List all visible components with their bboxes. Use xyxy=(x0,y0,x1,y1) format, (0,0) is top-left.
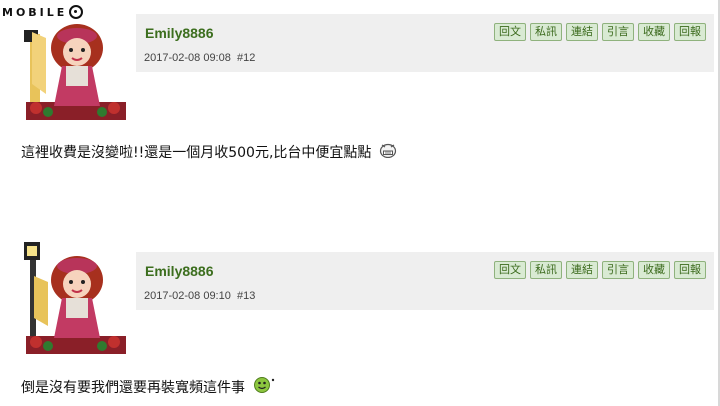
post-text: 倒是沒有要我們還要再裝寬頻這件事 xyxy=(21,380,245,396)
post-floor[interactable]: #13 xyxy=(237,290,255,302)
post-text: 這裡收費是沒變啦!!還是一個月收500元,比台中便宜點點 xyxy=(21,145,372,161)
post-actions: 回文 私訊 連結 引言 收藏 回報 xyxy=(494,261,706,279)
post-datetime: 2017-02-08 09:10 xyxy=(144,290,231,302)
link-button[interactable]: 連結 xyxy=(566,261,598,279)
private-message-button[interactable]: 私訊 xyxy=(530,261,562,279)
grin-smiley-icon xyxy=(379,142,397,162)
post-header: Emily8886 2017-02-08 09:08 #12 回文 私訊 連結 … xyxy=(136,14,714,72)
post-header: Emily8886 2017-02-08 09:10 #13 回文 私訊 連結 … xyxy=(136,252,714,310)
username[interactable]: Emily8886 xyxy=(145,263,214,279)
post-meta: 2017-02-08 09:08 #12 xyxy=(144,52,255,64)
post-content: 倒是沒有要我們還要再裝寬頻這件事 xyxy=(21,376,275,398)
username[interactable]: Emily8886 xyxy=(145,25,214,41)
report-button[interactable]: 回報 xyxy=(674,23,706,41)
private-message-button[interactable]: 私訊 xyxy=(530,23,562,41)
link-button[interactable]: 連結 xyxy=(566,23,598,41)
avatar[interactable] xyxy=(22,236,132,354)
favorite-button[interactable]: 收藏 xyxy=(638,23,670,41)
post-datetime: 2017-02-08 09:08 xyxy=(144,52,231,64)
quote-button[interactable]: 引言 xyxy=(602,23,634,41)
reply-button[interactable]: 回文 xyxy=(494,23,526,41)
post-actions: 回文 私訊 連結 引言 收藏 回報 xyxy=(494,23,706,41)
post-meta: 2017-02-08 09:10 #13 xyxy=(144,290,255,302)
report-button[interactable]: 回報 xyxy=(674,261,706,279)
quote-button[interactable]: 引言 xyxy=(602,261,634,279)
green-smiley-icon xyxy=(253,376,275,398)
post-floor[interactable]: #12 xyxy=(237,52,255,64)
post-content: 這裡收費是沒變啦!!還是一個月收500元,比台中便宜點點 xyxy=(21,142,397,162)
favorite-button[interactable]: 收藏 xyxy=(638,261,670,279)
reply-button[interactable]: 回文 xyxy=(494,261,526,279)
avatar[interactable] xyxy=(22,14,132,124)
